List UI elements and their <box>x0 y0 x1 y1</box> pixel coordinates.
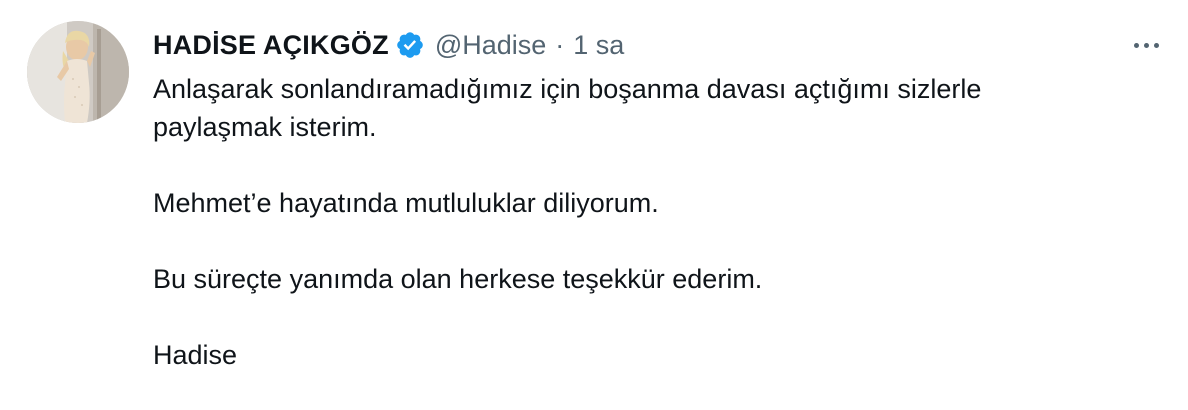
avatar-image <box>27 21 129 123</box>
tweet-paragraph-3: Bu süreçte yanımda olan herkese teşekkür… <box>153 264 763 294</box>
more-dot <box>1153 42 1159 48</box>
more-dot <box>1143 42 1149 48</box>
handle[interactable]: @Hadise <box>435 27 546 63</box>
separator-dot: · <box>555 30 565 60</box>
tweet-header: HADİSE AÇIKGÖZ @Hadise · 1 sa <box>153 27 624 63</box>
tweet-paragraph-2: Mehmet’e hayatında mutluluklar diliyorum… <box>153 188 659 218</box>
tweet-paragraph-1-line-1: Anlaşarak sonlandıramadığımız için boşan… <box>153 74 982 104</box>
timestamp[interactable]: 1 sa <box>573 27 624 63</box>
more-dot <box>1133 42 1139 48</box>
tweet-paragraph-1-line-2: paylaşmak isterim. <box>153 112 377 142</box>
tweet: HADİSE AÇIKGÖZ @Hadise · 1 sa Anlaşarak … <box>0 0 1188 410</box>
avatar[interactable] <box>27 21 129 123</box>
tweet-paragraph-4: Hadise <box>153 340 238 370</box>
verified-badge-icon <box>395 30 425 60</box>
tweet-text: Anlaşarak sonlandıramadığımız için boşan… <box>153 70 1153 374</box>
display-name[interactable]: HADİSE AÇIKGÖZ <box>153 27 389 63</box>
more-options-icon[interactable] <box>1126 30 1166 60</box>
